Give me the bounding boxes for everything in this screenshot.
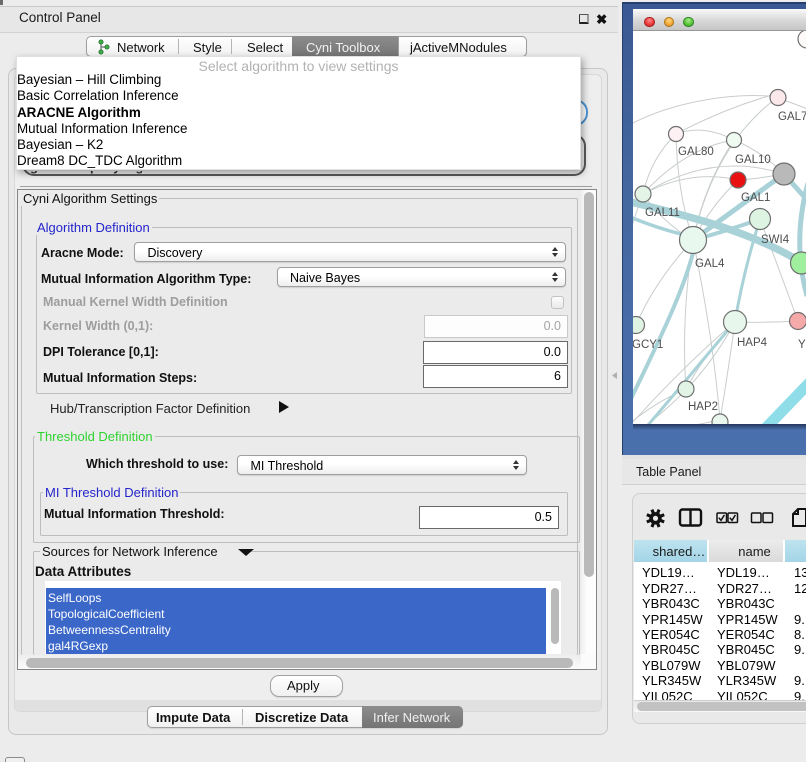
svg-text:GCY1: GCY1 <box>633 339 663 351</box>
svg-text:HAP4: HAP4 <box>737 337 768 349</box>
svg-text:GAL7: GAL7 <box>778 111 806 123</box>
svg-text:SWI4: SWI4 <box>761 234 790 246</box>
svg-text:HAP2: HAP2 <box>688 401 718 413</box>
svg-text:GAL4: GAL4 <box>695 258 725 270</box>
svg-text:GAL80: GAL80 <box>678 146 714 158</box>
svg-text:YE: YE <box>798 339 806 351</box>
svg-text:GAL10: GAL10 <box>735 154 771 166</box>
svg-text:GAL1: GAL1 <box>741 192 770 204</box>
svg-text:GAL11: GAL11 <box>645 207 680 219</box>
